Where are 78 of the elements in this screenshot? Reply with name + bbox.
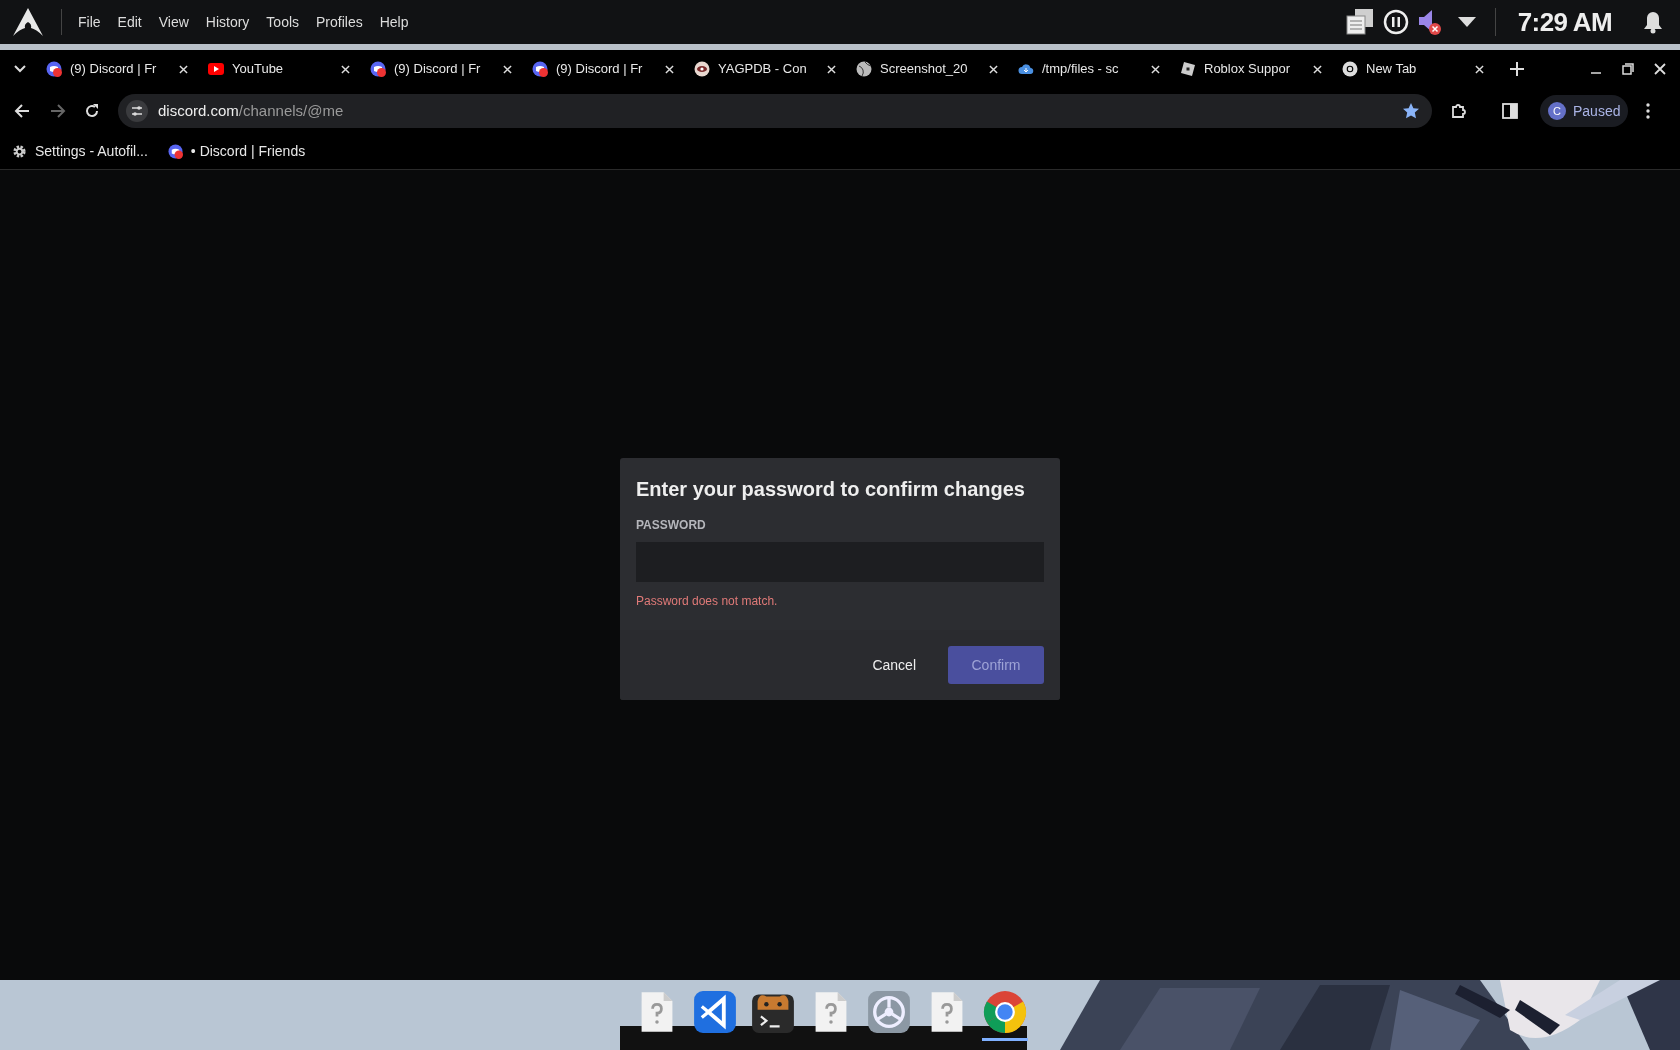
discord-badge-icon	[167, 144, 183, 159]
close-tab-icon[interactable]	[989, 64, 998, 74]
site-settings-icon[interactable]	[126, 100, 148, 122]
menu-item[interactable]: Profiles	[316, 11, 363, 33]
dialog-title: Enter your password to confirm changes	[636, 477, 1026, 502]
browser-tab[interactable]: Roblox Suppor	[1172, 52, 1334, 86]
close-tab-icon[interactable]	[179, 64, 188, 74]
close-tab-icon[interactable]	[341, 64, 350, 74]
browser-icon	[1342, 61, 1358, 77]
side-panel-icon[interactable]	[1502, 103, 1518, 119]
active-indicator	[982, 1038, 1028, 1041]
tab-title: (9) Discord | Fr	[394, 60, 482, 79]
field-label: PASSWORD	[636, 517, 707, 534]
menu-item[interactable]: Help	[379, 11, 409, 33]
tab-title: (9) Discord | Fr	[70, 60, 158, 79]
tab-title: YAGPDB - Con	[718, 60, 808, 79]
eye-icon	[694, 61, 710, 77]
back-icon[interactable]	[14, 103, 30, 119]
restore-icon[interactable]	[1622, 63, 1634, 75]
menu-item[interactable]: History	[205, 11, 250, 33]
close-icon[interactable]	[1654, 63, 1666, 75]
menu-item[interactable]: Tools	[266, 11, 300, 33]
reload-icon[interactable]	[84, 103, 100, 119]
bell-icon[interactable]	[1642, 10, 1664, 34]
profile-button[interactable]: C Paused	[1540, 95, 1629, 127]
gear-icon[interactable]	[867, 990, 911, 1034]
tab-title: YouTube	[232, 60, 285, 79]
bookmark[interactable]: • Discord | Friends	[167, 141, 306, 162]
globe-icon	[856, 61, 872, 77]
browser-tab[interactable]: Screenshot_20	[848, 52, 1010, 86]
profile-status: Paused	[1573, 101, 1621, 121]
documents-icon[interactable]	[1344, 8, 1375, 36]
speaker-muted-icon[interactable]	[1416, 8, 1443, 36]
play-icon	[208, 61, 224, 77]
tab-title: Screenshot_20	[880, 60, 969, 79]
close-tab-icon[interactable]	[1475, 64, 1484, 74]
dropdown-icon[interactable]	[1456, 16, 1477, 28]
close-tab-icon[interactable]	[503, 64, 512, 74]
clock: 7:29 AM	[1517, 5, 1612, 39]
close-tab-icon[interactable]	[1313, 64, 1322, 74]
tab-title: (9) Discord | Fr	[556, 60, 644, 79]
close-tab-icon[interactable]	[665, 64, 674, 74]
browser-tab[interactable]: (9) Discord | Fr	[38, 52, 200, 86]
star-icon[interactable]	[1402, 102, 1420, 120]
discord-badge-icon	[532, 61, 548, 77]
address-bar[interactable]: discord.com/channels/@me	[118, 94, 1432, 128]
menu-icon[interactable]	[1646, 103, 1651, 119]
arch-logo-icon[interactable]	[12, 7, 44, 37]
extensions-icon[interactable]	[1450, 102, 1468, 120]
avatar: C	[1548, 102, 1566, 120]
tab-list-icon[interactable]	[14, 65, 26, 73]
discord-badge-icon	[46, 61, 62, 77]
menu-item[interactable]: File	[78, 11, 101, 33]
browser-icon[interactable]	[983, 990, 1027, 1034]
new-tab-icon[interactable]	[1510, 62, 1524, 76]
forward-icon[interactable]	[50, 103, 66, 119]
browser-tab[interactable]: New Tab	[1334, 52, 1496, 86]
code-editor-icon[interactable]	[693, 990, 737, 1034]
browser-tab[interactable]: /tmp/files - sc	[1010, 52, 1172, 86]
pause-icon[interactable]	[1382, 9, 1409, 35]
close-tab-icon[interactable]	[1151, 64, 1160, 74]
error-message: Password does not match.	[636, 593, 779, 610]
cancel-button[interactable]: Cancel	[852, 646, 936, 684]
menu-item[interactable]: View	[158, 11, 189, 33]
menu-item[interactable]: Edit	[117, 11, 142, 33]
gear-icon	[12, 144, 27, 159]
discord-badge-icon	[370, 61, 386, 77]
cloud-icon	[1018, 61, 1034, 77]
tab-title: /tmp/files - sc	[1042, 60, 1120, 79]
bookmark[interactable]: Settings - Autofil...	[12, 141, 148, 162]
url-text: discord.com/channels/@me	[158, 100, 344, 121]
browser-tab[interactable]: YouTube	[200, 52, 362, 86]
browser-tab[interactable]: (9) Discord | Fr	[362, 52, 524, 86]
tab-title: Roblox Suppor	[1204, 60, 1291, 79]
tab-title: New Tab	[1366, 60, 1418, 79]
close-tab-icon[interactable]	[827, 64, 836, 74]
browser-tab[interactable]: (9) Discord | Fr	[524, 52, 686, 86]
browser-tab[interactable]: YAGPDB - Con	[686, 52, 848, 86]
